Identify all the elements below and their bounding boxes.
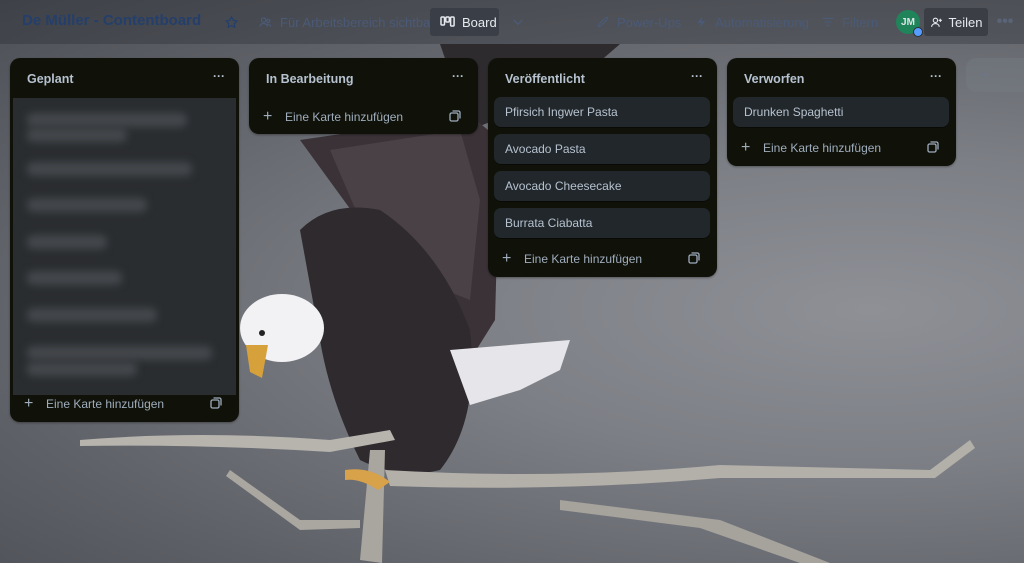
more-icon: ··· xyxy=(213,69,225,83)
card[interactable]: Pfirsich Ingwer Pasta xyxy=(494,97,710,127)
add-card-button[interactable]: + Eine Karte hinzufügen xyxy=(494,245,710,273)
card-template-icon[interactable] xyxy=(688,252,700,264)
plus-icon: + xyxy=(741,139,751,156)
avatar-initials: JM xyxy=(901,16,915,28)
card-template-icon[interactable] xyxy=(210,397,222,409)
visibility-label: Für Arbeitsbereich sichtbar xyxy=(280,14,435,30)
list-menu-button[interactable]: ··· xyxy=(689,68,705,84)
card[interactable]: Burrata Ciabatta xyxy=(494,208,710,238)
card-template-icon[interactable] xyxy=(927,141,939,153)
list-title[interactable]: Veröffentlicht xyxy=(505,72,585,86)
add-card-label: Eine Karte hinzufügen xyxy=(46,397,165,411)
more-icon: ··· xyxy=(930,69,942,83)
more-icon: ••• xyxy=(996,13,1014,30)
filter-label: Filtern xyxy=(842,14,879,30)
board-view-icon xyxy=(440,15,455,27)
filter-button[interactable]: Filtern xyxy=(815,8,884,36)
add-list-button[interactable]: + xyxy=(966,58,1024,92)
card-template-icon[interactable] xyxy=(449,110,461,122)
list-veroeffentlicht: Veröffentlicht ··· Pfirsich Ingwer Pasta… xyxy=(488,58,717,277)
board-view-button[interactable]: Board xyxy=(430,8,499,36)
add-card-button[interactable]: + Eine Karte hinzufügen xyxy=(16,390,232,418)
plus-icon: + xyxy=(502,250,512,267)
star-icon xyxy=(225,15,238,28)
share-label: Teilen xyxy=(948,14,983,30)
automation-button[interactable]: Automatisierung xyxy=(689,8,815,36)
list-menu-button[interactable]: ··· xyxy=(928,68,944,84)
list-title[interactable]: Geplant xyxy=(27,72,74,86)
board-title[interactable]: De Müller - Contentboard xyxy=(22,12,201,29)
more-icon: ··· xyxy=(452,69,464,83)
board-menu-button[interactable]: ••• xyxy=(996,12,1014,32)
powerups-label: Power-Ups xyxy=(617,14,682,30)
add-card-label: Eine Karte hinzufügen xyxy=(763,141,882,155)
automation-label: Automatisierung xyxy=(715,14,809,30)
add-card-label: Eine Karte hinzufügen xyxy=(285,110,404,124)
powerups-button[interactable]: Power-Ups xyxy=(590,8,687,36)
share-button[interactable]: Teilen xyxy=(924,8,988,36)
visibility-button[interactable]: Für Arbeitsbereich sichtbar xyxy=(252,8,441,36)
list-verworfen: Verworfen ··· Drunken Spaghetti + Eine K… xyxy=(727,58,956,166)
add-card-label: Eine Karte hinzufügen xyxy=(524,252,643,266)
card[interactable]: Drunken Spaghetti xyxy=(733,97,949,127)
plus-icon: + xyxy=(24,395,34,412)
card[interactable]: Avocado Pasta xyxy=(494,134,710,164)
list-in-bearbeitung: In Bearbeitung ··· + Eine Karte hinzufüg… xyxy=(249,58,478,134)
star-board-button[interactable] xyxy=(218,8,245,36)
view-switcher-button[interactable] xyxy=(505,8,531,36)
plus-icon: + xyxy=(980,64,991,85)
list-title[interactable]: In Bearbeitung xyxy=(266,72,354,86)
member-avatar[interactable]: JM xyxy=(896,10,923,37)
filter-icon xyxy=(822,17,834,27)
more-icon: ··· xyxy=(691,69,703,83)
team-icon xyxy=(259,16,272,27)
card[interactable]: Avocado Cheesecake xyxy=(494,171,710,201)
board-view-label: Board xyxy=(462,14,497,30)
add-card-button[interactable]: + Eine Karte hinzufügen xyxy=(733,134,949,162)
list-title[interactable]: Verworfen xyxy=(744,72,804,86)
chevron-down-icon xyxy=(513,19,523,26)
list-menu-button[interactable]: ··· xyxy=(450,68,466,84)
admin-badge-icon xyxy=(913,27,923,37)
list-menu-button[interactable]: ··· xyxy=(211,68,227,84)
blurred-cards-area xyxy=(13,98,236,395)
add-person-icon xyxy=(930,17,942,27)
add-card-button[interactable]: + Eine Karte hinzufügen xyxy=(255,103,471,131)
plus-icon: + xyxy=(263,108,273,125)
lightning-icon xyxy=(697,16,706,28)
rocket-icon xyxy=(597,16,609,28)
board-header: De Müller - Contentboard Für Arbeitsbere… xyxy=(0,0,1024,44)
list-geplant: Geplant ··· + Eine Karte hinzufügen xyxy=(10,58,239,422)
